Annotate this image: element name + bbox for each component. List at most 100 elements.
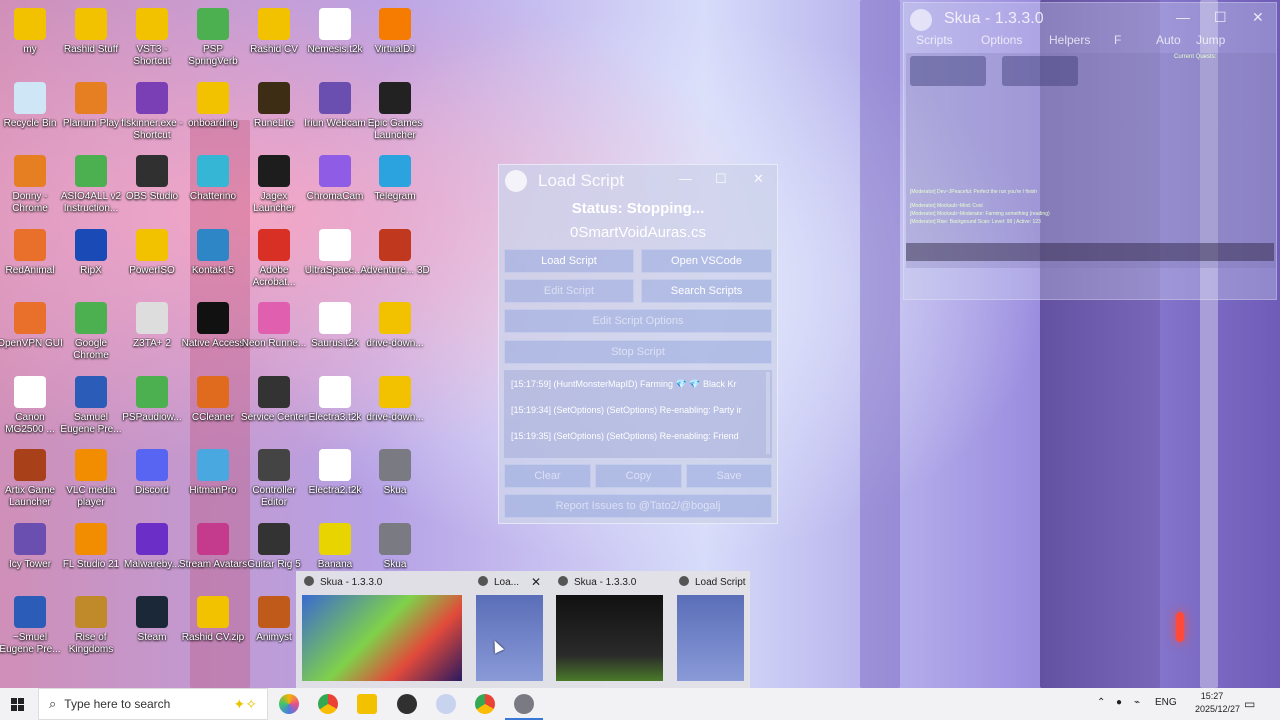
skua-icon[interactable] [514,694,534,714]
thumbnail-load-script[interactable] [476,595,543,681]
log-scrollbar[interactable] [766,372,770,454]
desktop-icon[interactable]: VirtualDJ [364,8,426,56]
desktop-icon[interactable]: Samuel Eugene Pre... [60,376,122,436]
edit-script-button[interactable]: Edit Script [504,279,634,303]
desktop-icon[interactable]: PSPaudiow... [121,376,183,424]
windows-start-icon[interactable] [11,698,24,711]
chrome-icon[interactable] [318,694,338,714]
edit-script-options-button[interactable]: Edit Script Options [504,309,772,333]
taskbar-clock[interactable]: 15:27 2025/12/27 [1195,690,1240,716]
network-icon[interactable]: ⌁ [1134,697,1140,708]
desktop-icon[interactable]: Native Access [182,302,244,350]
microphone-icon[interactable]: ● [1116,697,1122,708]
desktop-icon[interactable]: Telegram [364,155,426,203]
desktop-icon[interactable]: Electra2.t2k [304,449,366,497]
desktop-icon[interactable]: Z3TA+ 2 [121,302,183,350]
desktop-icon[interactable]: Saurus.t2k [304,302,366,350]
desktop-icon[interactable]: Skua [364,449,426,497]
desktop-icon[interactable]: PowerISO [121,229,183,277]
desktop-icon[interactable]: Service Center [241,376,307,424]
desktop-icon[interactable]: VLC media player [60,449,122,509]
desktop-icon[interactable]: Plarium Play [60,82,122,130]
desktop-icon[interactable]: OpenVPN GUI [0,302,63,350]
desktop-icon[interactable]: Guitar Rig 5 [243,523,305,571]
desktop-icon[interactable]: Canon MG2500 ... [0,376,61,436]
skua-menu-options[interactable]: Options [981,33,1022,47]
open-vscode-button[interactable]: Open VSCode [641,249,772,273]
notification-icon[interactable]: ▭ [1244,697,1255,711]
desktop-icon[interactable]: Artix Game Launcher [0,449,61,509]
desktop-icon[interactable]: Donny - Chrome [0,155,61,215]
minimize-icon[interactable]: — [1176,9,1190,25]
desktop-icon[interactable]: OBS Studio [121,155,183,203]
language-indicator[interactable]: ENG [1155,697,1177,708]
game-action-bar[interactable] [906,243,1274,261]
obs-icon[interactable] [397,694,417,714]
minimize-icon[interactable]: — [679,171,692,186]
thumbnail-title[interactable]: Skua - 1.3.3.0 [304,576,382,588]
report-issues-button[interactable]: Report Issues to @Tato2/@bogalj [504,494,772,518]
desktop-icon[interactable]: PSP SpringVerb [182,8,244,68]
desktop-icon[interactable]: Rashid CV.zip [182,596,244,644]
desktop-icon[interactable]: Kontakt 5 [182,229,244,277]
desktop-icon[interactable]: Chatterino [182,155,244,203]
thumbnail-skua-black[interactable] [556,595,663,681]
skua-menu-jump[interactable]: Jump [1196,33,1225,47]
load-script-window[interactable]: Load Script — ☐ ✕ Status: Stopping... 0S… [498,164,778,524]
close-icon[interactable]: ✕ [1252,9,1264,26]
desktop-icon[interactable]: Rise of Kingdoms [60,596,122,656]
desktop-icon[interactable]: Rashid CV [243,8,305,56]
thumbnail-title[interactable]: Loa... [478,576,519,588]
desktop-icon[interactable]: ASIO4ALL v2 Instruction... [60,155,122,215]
desktop-icon[interactable]: HitmanPro [182,449,244,497]
maximize-icon[interactable]: ☐ [715,171,727,187]
copy-log-button[interactable]: Copy [595,464,682,488]
skua-menu-scripts[interactable]: Scripts [916,33,953,47]
search-scripts-button[interactable]: Search Scripts [641,279,772,303]
game-viewport[interactable]: Current Quests: [Moderator] Dev~JPeacefu… [906,53,1276,268]
clear-log-button[interactable]: Clear [504,464,591,488]
load-script-button[interactable]: Load Script [504,249,634,273]
desktop-icon[interactable]: ~Smuel Eugene Pre... [0,596,61,656]
taskbar-search-box[interactable]: ⌕ Type here to search ✦✧ [38,688,268,720]
desktop-icon[interactable]: onboarding [182,82,244,130]
skua-menu-auto[interactable]: Auto [1156,33,1181,47]
copilot-icon[interactable] [279,694,299,714]
desktop-icon[interactable]: Recycle Bin [0,82,61,130]
desktop-icon[interactable]: Nemesis.t2k [304,8,366,56]
desktop-icon[interactable]: Controller Editor [243,449,305,509]
desktop-icon[interactable]: my [0,8,61,56]
desktop-icon[interactable]: Adventure... 3D [360,229,430,277]
desktop-icon[interactable]: RipX [60,229,122,277]
desktop-icon[interactable]: Neon Runne... [242,302,306,350]
desktop-icon[interactable]: flskinner.exe - Shortcut [121,82,183,142]
desktop-icon[interactable]: ChromaCam [304,155,366,203]
desktop-icon[interactable]: Iriun Webcam [304,82,366,130]
skua-menu-helpers[interactable]: Helpers [1049,33,1090,47]
stop-script-button[interactable]: Stop Script [504,340,772,364]
thumbnail-close-icon[interactable]: ✕ [531,575,541,589]
desktop-icon[interactable]: Stream Avatars [179,523,247,571]
desktop-icon[interactable]: Rashid Stuff [60,8,122,56]
desktop-icon[interactable]: CCleaner [182,376,244,424]
desktop-icon[interactable]: Discord [121,449,183,497]
desktop-icon[interactable]: RedAnimal [0,229,61,277]
desktop-icon[interactable]: Icy Tower [0,523,61,571]
chrome-icon[interactable] [475,694,495,714]
desktop-icon[interactable]: Epic Games Launcher [364,82,426,142]
desktop-icon[interactable]: Jagex Launcher [243,155,305,215]
file-explorer-icon[interactable] [357,694,377,714]
thumbnail-title[interactable]: Load Script [679,576,746,588]
close-icon[interactable]: ✕ [753,171,764,187]
skua-menu-f[interactable]: F [1114,33,1121,47]
desktop-icon[interactable]: RuneLite [243,82,305,130]
desktop-icon[interactable]: drive-down... [364,302,426,350]
desktop-icon[interactable]: Steam [121,596,183,644]
desktop-icon[interactable]: VST3 - Shortcut [121,8,183,68]
desktop-icon[interactable]: Malwareby... [121,523,183,571]
thumbnail-title[interactable]: Skua - 1.3.3.0 [558,576,636,588]
skua-main-window[interactable]: Skua - 1.3.3.0 — ☐ ✕ Scripts Options Hel… [903,2,1277,300]
thumbnail-skua-game[interactable] [302,595,462,681]
desktop-icon[interactable]: Adobe Acrobat... [243,229,305,289]
desktop-icon[interactable]: drive-down... [364,376,426,424]
